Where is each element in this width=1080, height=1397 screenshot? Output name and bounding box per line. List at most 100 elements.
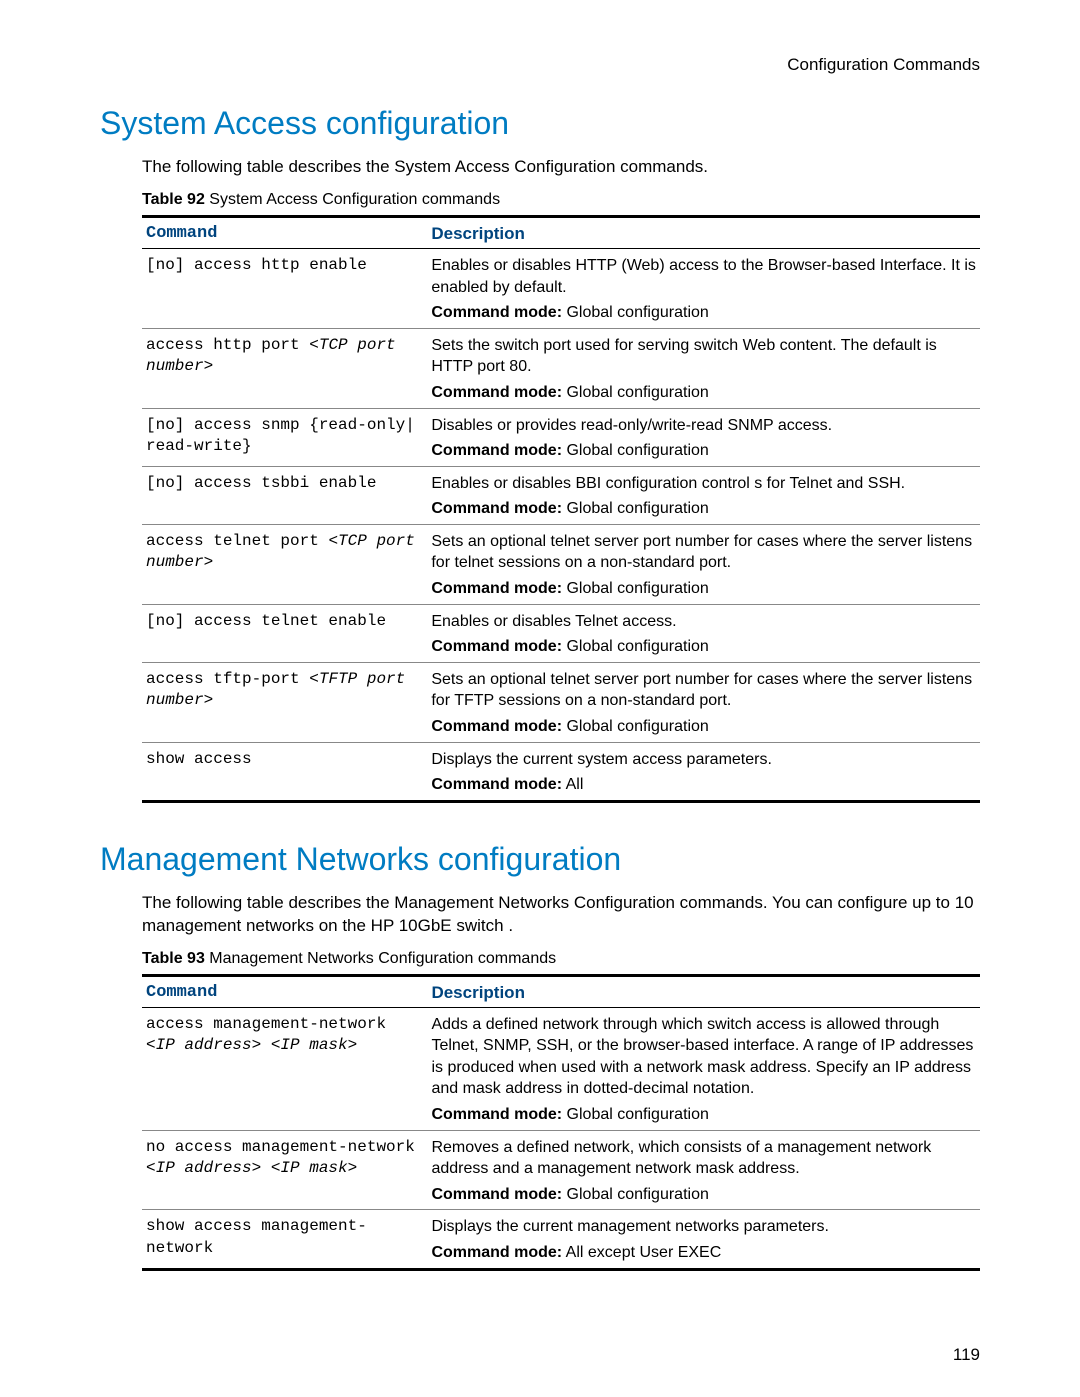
command-mode-label: Command mode: — [431, 776, 562, 793]
description-cell: Sets an optional telnet server port numb… — [427, 662, 980, 742]
command-mode-label: Command mode: — [431, 304, 562, 321]
section2-intro: The following table describes the Manage… — [142, 892, 980, 938]
command-mode: Command mode: Global configuration — [431, 578, 976, 600]
command-text: show access — [146, 750, 252, 768]
command-mode: Command mode: Global configuration — [431, 440, 976, 462]
command-mode-value: Global configuration — [562, 500, 709, 517]
command-cell: access telnet port <TCP port number> — [142, 524, 427, 604]
description-cell: Enables or disables Telnet access. Comman… — [427, 604, 980, 662]
command-mode: Command mode: All except User EXEC — [431, 1242, 976, 1264]
command-text: [no] access http enable — [146, 256, 367, 274]
command-cell: show access management-network — [142, 1210, 427, 1269]
description-text: Removes a defined network, which consist… — [431, 1137, 976, 1180]
description-text: Enables or disables Telnet access. — [431, 611, 976, 633]
description-cell: Removes a defined network, which consist… — [427, 1130, 980, 1210]
command-mode: Command mode: Global configuration — [431, 1104, 976, 1126]
command-cell: access tftp-port <TFTP port number> — [142, 662, 427, 742]
table-row: show access Displays the current system a… — [142, 742, 980, 801]
command-text: access http port — [146, 336, 309, 354]
command-mode-value: All except User EXEC — [562, 1244, 721, 1261]
table92-th-command: Command — [142, 216, 427, 248]
command-mode-value: Global configuration — [562, 1106, 709, 1123]
table92-caption: Table 92 System Access Configuration com… — [142, 191, 980, 209]
command-text: [no] access snmp {read-only| read-write} — [146, 416, 415, 456]
table-row: show access management-network Displays t… — [142, 1210, 980, 1269]
table93: Command Description access management-ne… — [142, 974, 980, 1271]
command-text: show access management-network — [146, 1217, 367, 1257]
description-text: Sets an optional telnet server port numb… — [431, 531, 976, 574]
page: Configuration Commands System Access con… — [0, 0, 1080, 1397]
command-mode-value: Global configuration — [562, 384, 709, 401]
table-row: access tftp-port <TFTP port number>Sets … — [142, 662, 980, 742]
table92-th-description: Description — [427, 216, 980, 248]
page-number: 119 — [953, 1345, 980, 1365]
table93-caption: Table 93 Management Networks Configurati… — [142, 950, 980, 968]
table92: Command Description [no] access http ena… — [142, 215, 980, 803]
table-row: no access management-network <IP address… — [142, 1130, 980, 1210]
command-cell: access http port <TCP port number> — [142, 328, 427, 408]
command-mode-value: Global configuration — [562, 718, 709, 735]
command-cell: [no] access tsbbi enable — [142, 466, 427, 524]
table93-th-command: Command — [142, 975, 427, 1007]
section-title-system-access: System Access configuration — [100, 105, 980, 142]
table92-txt: System Access Configuration commands — [205, 191, 500, 208]
command-mode-label: Command mode: — [431, 1186, 562, 1203]
table-row: [no] access http enable Enables or disabl… — [142, 248, 980, 328]
command-mode-label: Command mode: — [431, 580, 562, 597]
header-right: Configuration Commands — [100, 55, 980, 75]
description-text: Displays the current management networks… — [431, 1216, 976, 1238]
command-mode-label: Command mode: — [431, 718, 562, 735]
description-text: Enables or disables BBI configuration co… — [431, 473, 976, 495]
table-row: [no] access telnet enable Enables or disa… — [142, 604, 980, 662]
table-row: access http port <TCP port number>Sets t… — [142, 328, 980, 408]
command-cell: [no] access http enable — [142, 248, 427, 328]
description-cell: Sets an optional telnet server port numb… — [427, 524, 980, 604]
table92-num: Table 92 — [142, 191, 205, 208]
description-cell: Disables or provides read-only/write-rea… — [427, 408, 980, 466]
description-text: Displays the current system access param… — [431, 749, 976, 771]
command-mode: Command mode: Global configuration — [431, 382, 976, 404]
description-cell: Enables or disables BBI configuration co… — [427, 466, 980, 524]
command-mode-label: Command mode: — [431, 442, 562, 459]
command-text: no access management-network — [146, 1138, 415, 1156]
description-cell: Enables or disables HTTP (Web) access to… — [427, 248, 980, 328]
command-mode: Command mode: Global configuration — [431, 302, 976, 324]
command-arg: <IP address> <IP mask> — [146, 1159, 357, 1177]
command-cell: access management-network <IP address> <… — [142, 1007, 427, 1130]
table-row: access telnet port <TCP port number>Sets… — [142, 524, 980, 604]
table-row: access management-network <IP address> <… — [142, 1007, 980, 1130]
description-text: Adds a defined network through which swi… — [431, 1014, 976, 1100]
description-cell: Sets the switch port used for serving sw… — [427, 328, 980, 408]
command-mode-value: Global configuration — [562, 580, 709, 597]
table93-num: Table 93 — [142, 950, 205, 967]
section1-intro: The following table describes the System… — [142, 156, 980, 179]
command-text: access tftp-port — [146, 670, 309, 688]
command-mode: Command mode: All — [431, 774, 976, 796]
command-cell: [no] access snmp {read-only| read-write} — [142, 408, 427, 466]
command-cell: no access management-network <IP address… — [142, 1130, 427, 1210]
description-text: Sets the switch port used for serving sw… — [431, 335, 976, 378]
command-mode-value: Global configuration — [562, 442, 709, 459]
command-mode: Command mode: Global configuration — [431, 498, 976, 520]
command-mode: Command mode: Global configuration — [431, 636, 976, 658]
command-mode-label: Command mode: — [431, 638, 562, 655]
command-cell: [no] access telnet enable — [142, 604, 427, 662]
command-mode-value: Global configuration — [562, 1186, 709, 1203]
description-text: Enables or disables HTTP (Web) access to… — [431, 255, 976, 298]
command-mode: Command mode: Global configuration — [431, 716, 976, 738]
command-arg: <IP address> <IP mask> — [146, 1036, 357, 1054]
command-mode-label: Command mode: — [431, 384, 562, 401]
command-mode: Command mode: Global configuration — [431, 1184, 976, 1206]
table92-body: [no] access http enable Enables or disabl… — [142, 248, 980, 801]
command-mode-label: Command mode: — [431, 1244, 562, 1261]
command-text: [no] access tsbbi enable — [146, 474, 376, 492]
command-mode-label: Command mode: — [431, 500, 562, 517]
section-title-management-networks: Management Networks configuration — [100, 841, 980, 878]
table93-th-description: Description — [427, 975, 980, 1007]
command-mode-value: All — [562, 776, 583, 793]
table93-txt: Management Networks Configuration comman… — [205, 950, 556, 967]
table-row: [no] access tsbbi enable Enables or disab… — [142, 466, 980, 524]
command-text: [no] access telnet enable — [146, 612, 386, 630]
command-text: access management-network — [146, 1015, 386, 1033]
command-cell: show access — [142, 742, 427, 801]
